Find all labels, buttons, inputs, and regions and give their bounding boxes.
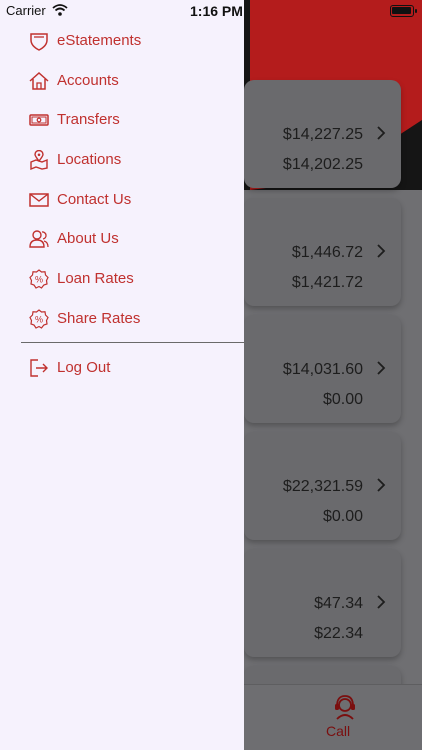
headset-icon: [335, 695, 355, 720]
menu-item-label: Log Out: [57, 359, 111, 376]
mail-icon: [29, 193, 49, 207]
menu-item-label: Share Rates: [57, 310, 141, 327]
menu-item-label: Loan Rates: [57, 270, 134, 287]
account-available: $1,421.72: [291, 274, 363, 291]
account-balance: $1,446.72: [291, 244, 363, 261]
account-available: $14,202.25: [282, 156, 363, 173]
menu-item-about-us[interactable]: About Us: [0, 220, 244, 256]
account-card[interactable]: $1,446.72 $1,421.72: [244, 198, 401, 306]
status-bar: Carrier 1:16 PM: [0, 0, 422, 22]
menu-item-share-rates[interactable]: % Share Rates: [0, 300, 244, 336]
account-available: $22.34: [314, 625, 363, 642]
side-drawer: eStatements Accounts Transfers Locations: [0, 0, 244, 750]
chevron-right-icon: [377, 478, 386, 492]
menu-item-label: eStatements: [57, 32, 142, 49]
menu-item-transfers[interactable]: Transfers: [0, 101, 244, 137]
account-available: $0.00: [322, 391, 363, 408]
menu-item-loan-rates[interactable]: % Loan Rates: [0, 260, 244, 296]
chevron-right-icon: [377, 126, 386, 140]
home-icon: [29, 71, 49, 90]
account-balance: $14,227.25: [282, 126, 363, 143]
percent-badge-icon: %: [29, 309, 49, 329]
account-card[interactable]: $14,031.60 $0.00: [244, 315, 401, 423]
menu-item-log-out[interactable]: Log Out: [0, 349, 244, 385]
svg-text:%: %: [35, 315, 43, 325]
menu-item-contact-us[interactable]: Contact Us: [0, 181, 244, 217]
menu-item-locations[interactable]: Locations: [0, 141, 244, 177]
account-available: $0.00: [322, 508, 363, 525]
account-balance: $47.34: [314, 595, 363, 612]
menu-item-label: Contact Us: [57, 191, 132, 208]
percent-badge-icon: %: [29, 269, 49, 289]
logout-icon: [30, 359, 48, 377]
account-card[interactable]: $47.34 $22.34: [244, 549, 401, 657]
menu-item-accounts[interactable]: Accounts: [0, 62, 244, 98]
map-icon: [30, 150, 48, 170]
account-balance: $22,321.59: [282, 478, 363, 495]
account-card[interactable]: $14,227.25 $14,202.25: [244, 80, 401, 188]
tab-bar: Call: [244, 684, 422, 750]
chevron-right-icon: [377, 595, 386, 609]
tab-call-label: Call: [326, 723, 351, 739]
menu-item-estatements[interactable]: eStatements: [0, 22, 244, 58]
tab-call[interactable]: [330, 693, 360, 721]
menu-item-label: Accounts: [57, 72, 119, 89]
chevron-right-icon: [377, 361, 386, 375]
battery-icon: [390, 5, 417, 17]
account-balance: $14,031.60: [282, 361, 363, 378]
carrier-label: Carrier: [6, 3, 46, 18]
menu-divider: [21, 342, 244, 343]
account-card[interactable]: $22,321.59 $0.00: [244, 432, 401, 540]
shield-icon: [30, 33, 48, 51]
clock: 1:16 PM: [190, 3, 243, 19]
menu-item-label: Transfers: [57, 111, 120, 128]
money-icon: [29, 114, 49, 126]
chevron-right-icon: [377, 244, 386, 258]
wifi-icon: [52, 4, 68, 16]
menu-item-label: Locations: [57, 151, 122, 168]
menu-item-label: About Us: [57, 230, 119, 247]
people-icon: [29, 230, 49, 248]
svg-text:%: %: [35, 275, 43, 285]
